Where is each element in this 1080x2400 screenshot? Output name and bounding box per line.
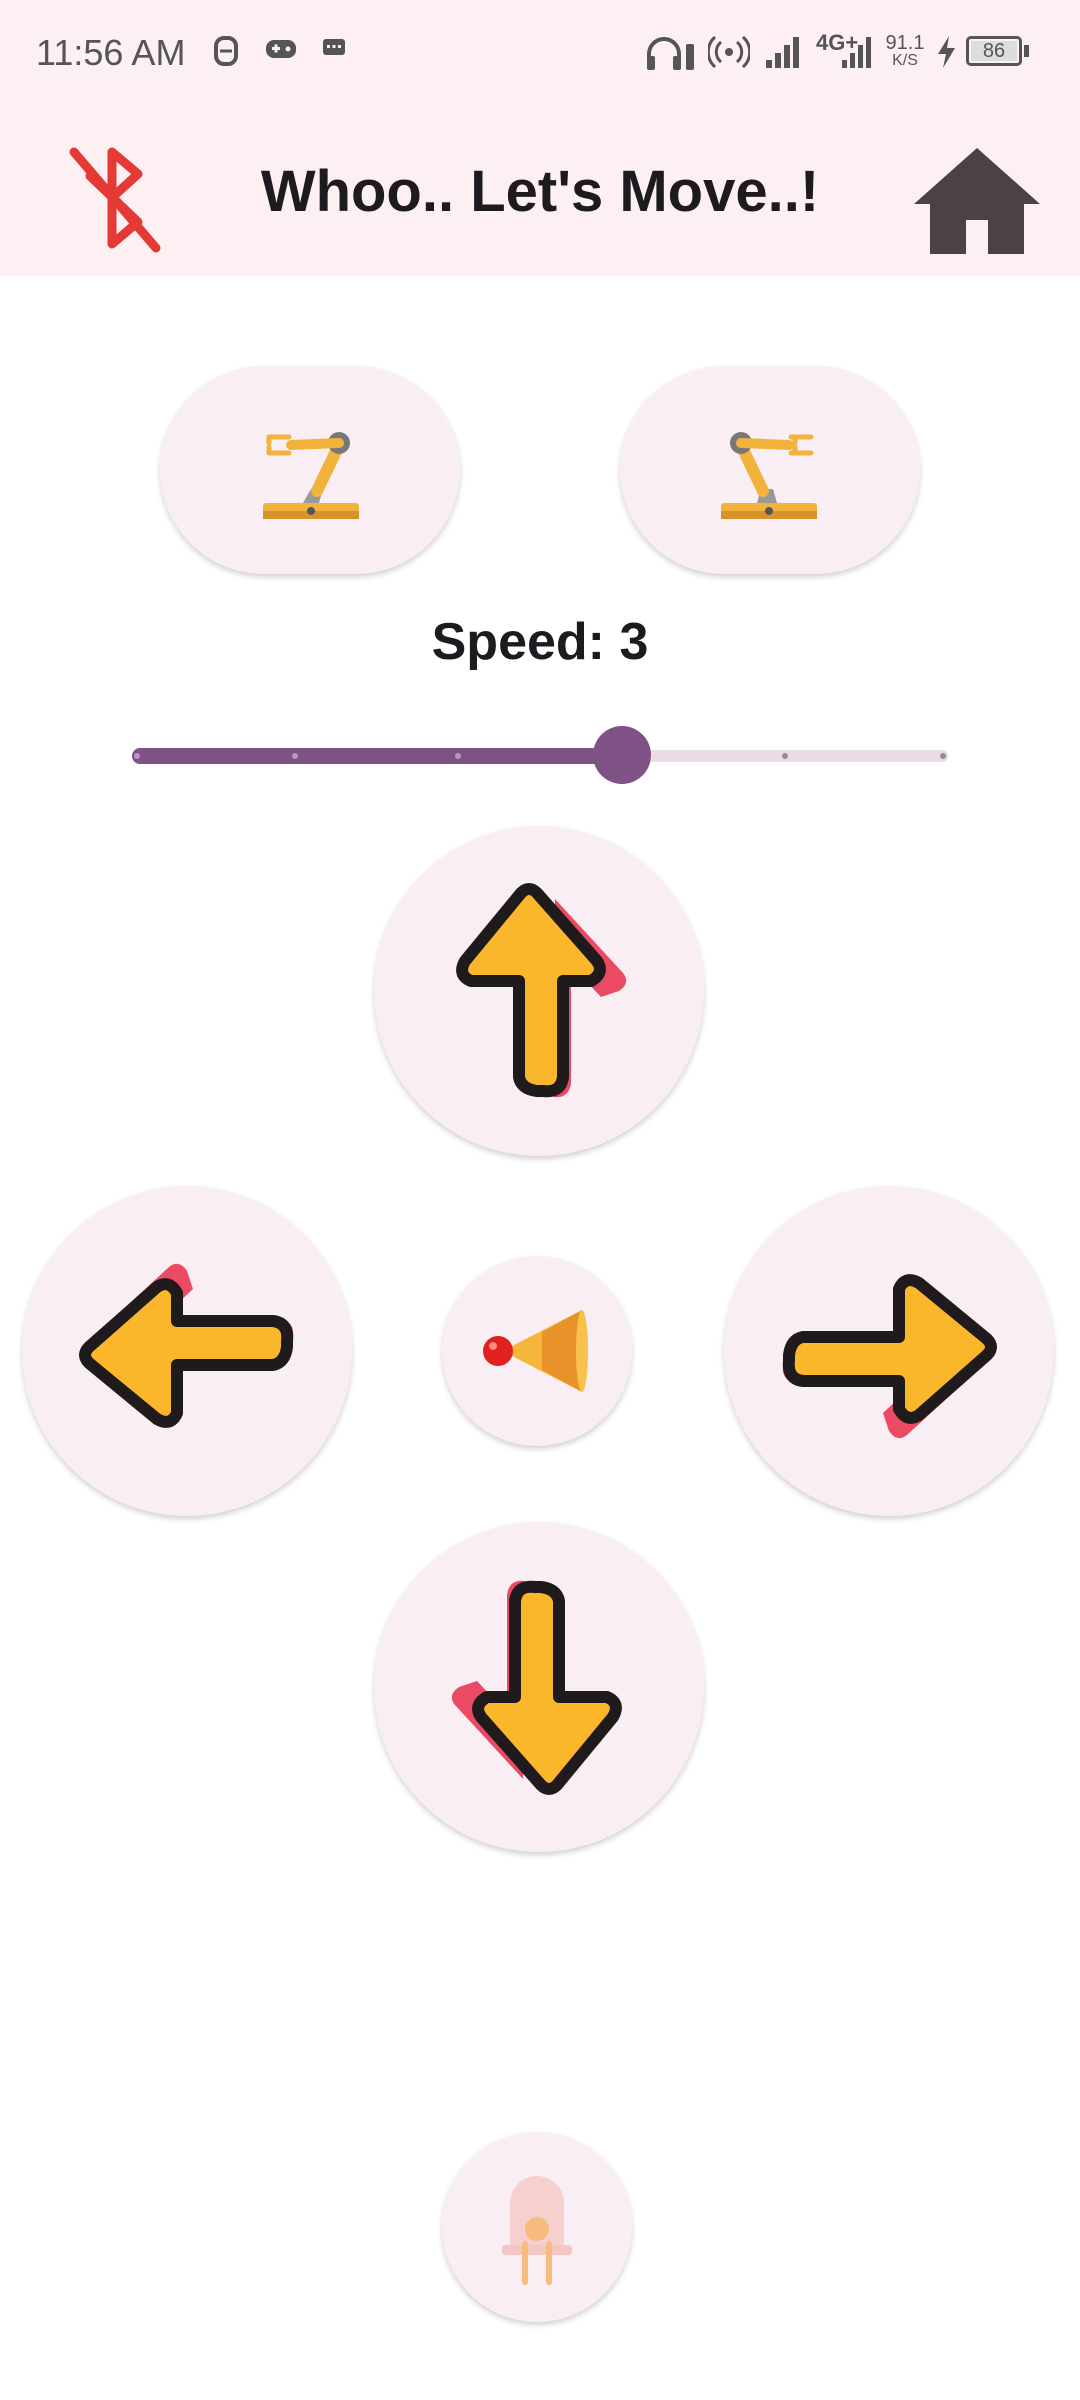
arrow-left-icon [79,1263,294,1428]
headphones-icon [647,37,694,70]
slider-track-active [132,748,622,764]
signal-icon-2 [842,37,871,68]
left-button[interactable] [22,1186,352,1516]
signal-icon [766,37,799,68]
battery-level: 86 [982,40,1006,62]
battery-icon: 86 [966,36,1022,66]
speed-label: Speed: 3 [431,613,649,671]
home-icon [914,148,1040,254]
slider-tick [134,753,140,759]
gamepad-icon [266,40,296,58]
arm-close-button[interactable] [620,366,920,574]
slider-thumb[interactable] [592,726,651,784]
speed-slider[interactable] [132,726,948,784]
forward-button[interactable] [374,826,704,1156]
network-speed: 91.1 K/S [885,32,925,69]
notification-icon [214,36,238,66]
backward-button[interactable] [374,1522,704,1852]
horn-button[interactable] [442,1256,632,1446]
status-bar: 11:56 AM 4G+ 91.1 K/S 86 [0,0,1080,120]
home-button[interactable] [912,146,1042,256]
charging-icon [938,36,955,68]
light-button[interactable] [442,2132,632,2322]
arrow-up-icon [456,883,627,1098]
led-icon [502,2176,572,2285]
arrow-right-icon [782,1274,997,1439]
slider-tick [781,753,788,759]
app-bar: Whoo.. Let's Move..! [0,120,1080,276]
hotspot-icon [708,35,750,69]
arm-open-button[interactable] [160,366,460,574]
arrow-down-icon [451,1580,622,1795]
right-button[interactable] [724,1186,1054,1516]
robot-arm-open-icon [263,432,359,519]
robot-arm-close-icon [721,432,817,519]
slider-tick [940,753,946,759]
message-icon [323,39,345,55]
status-time: 11:56 AM [36,32,186,73]
horn-icon [483,1310,588,1392]
